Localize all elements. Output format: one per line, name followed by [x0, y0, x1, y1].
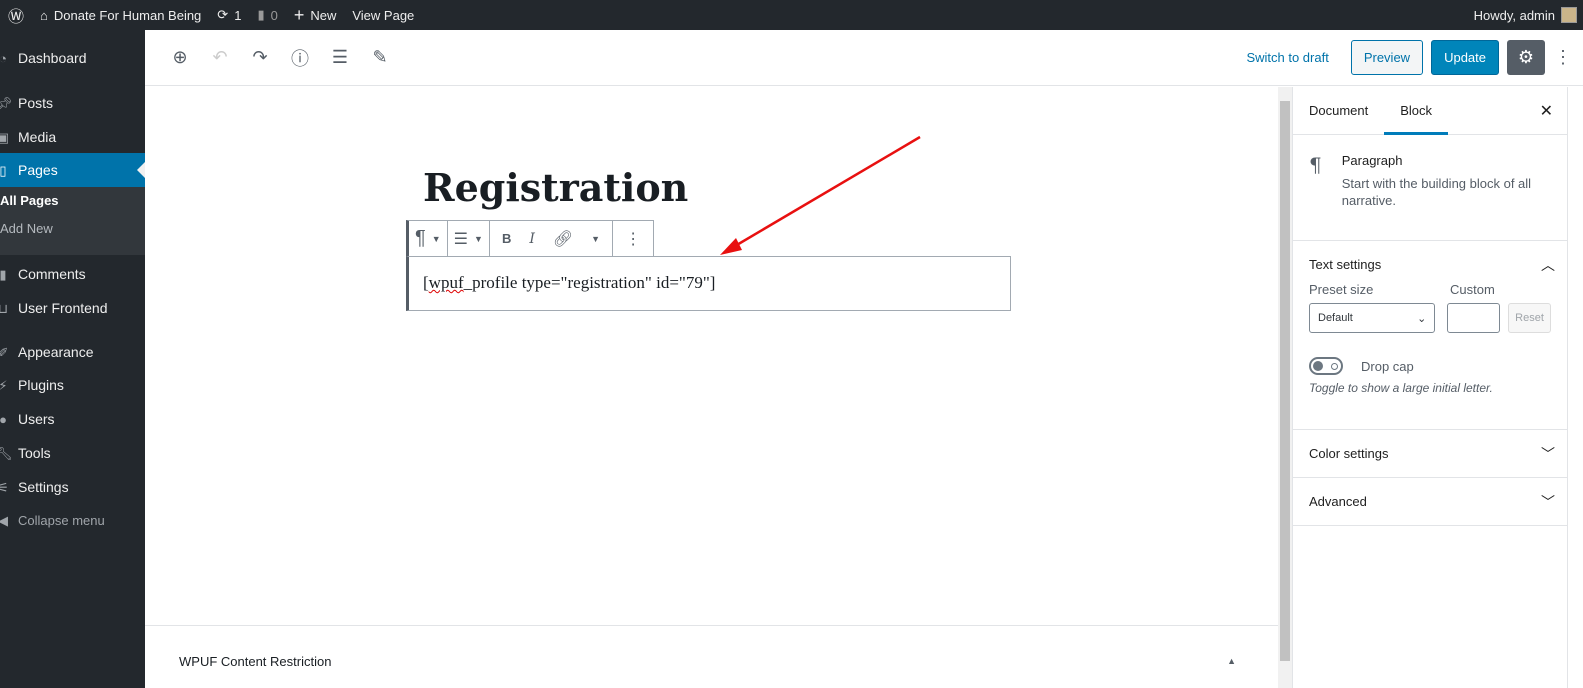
dashboard-icon: ◔ [0, 51, 7, 66]
preset-size-select[interactable]: Default ⌄ [1309, 303, 1436, 333]
plus-icon: + [293, 4, 305, 25]
sidebar-item-dashboard[interactable]: ◔ Dashboard [0, 41, 145, 75]
align-left-icon: ☰ [453, 230, 469, 248]
block-more-icon[interactable]: ⋮ [613, 221, 653, 256]
editor-scrollbar[interactable] [1278, 87, 1292, 688]
settings-gear-button[interactable]: ⚙ [1507, 40, 1545, 75]
outline-icon[interactable]: ☰ [320, 38, 360, 78]
block-toolbar: ¶ ▼ ☰ ▼ B I 🔗︎ ▼ ⋮ [406, 220, 655, 257]
admin-bar: Ⓦ ⌂ Donate For Human Being ⟳ 1 ▮ 0 + New Vie… [0, 0, 1583, 30]
undo-icon[interactable]: ↶ [200, 38, 240, 78]
chevron-down-icon: ﹀ [1541, 446, 1555, 462]
advanced-section[interactable]: Advanced ﹀ [1293, 478, 1567, 526]
caret-down-icon: ▼ [431, 233, 441, 244]
custom-size-input[interactable] [1447, 303, 1501, 333]
account-menu[interactable]: Howdy, admin [1474, 7, 1583, 23]
comment-icon: ▮ [0, 267, 7, 282]
more-formats-icon[interactable]: ▼ [591, 234, 600, 244]
pin-icon: 📌︎ [0, 96, 13, 111]
collapse-icon: ◀ [0, 513, 8, 528]
sidebar-item-plugins[interactable]: ⚡︎ Plugins [0, 368, 145, 402]
media-icon: ▣ [0, 130, 10, 145]
preview-button[interactable]: Preview [1350, 40, 1424, 75]
add-block-icon[interactable]: ⊕ [160, 38, 200, 78]
sidebar-item-posts[interactable]: 📌︎ Posts [0, 86, 145, 120]
paragraph-icon: ¶ [1309, 153, 1322, 177]
tab-block[interactable]: Block [1384, 87, 1449, 135]
block-card: ¶ Paragraph Start with the building block… [1293, 135, 1567, 241]
settings-panel: Document Block ✕ ¶ Paragraph Start with t… [1292, 87, 1568, 688]
link-icon[interactable]: 🔗︎ [553, 229, 573, 249]
reset-button[interactable]: Reset [1508, 303, 1551, 333]
update-button[interactable]: Update [1431, 40, 1499, 75]
wordpress-logo-icon[interactable]: Ⓦ [0, 0, 32, 30]
text-settings-toggle[interactable]: Text settings [1293, 241, 1567, 288]
redo-icon[interactable]: ↷ [240, 38, 280, 78]
page-title[interactable]: Registration [423, 165, 688, 210]
sidebar-item-comments[interactable]: ▮ Comments [0, 257, 145, 291]
submenu-item[interactable]: Add New [0, 215, 145, 243]
wpuf-content-restriction-metabox[interactable]: WPUF Content Restriction ▲ [145, 625, 1278, 688]
sidebar-item-tools[interactable]: 🔧︎ Tools [0, 436, 145, 470]
align-button[interactable]: ☰ ▼ [448, 221, 490, 256]
submenu-item[interactable]: All Pages [0, 187, 145, 215]
info-icon[interactable]: ⓘ [280, 38, 320, 78]
user-frontend-icon: ⊔ [0, 301, 9, 316]
home-icon: ⌂ [40, 7, 48, 23]
refresh-icon: ⟳ [217, 7, 229, 22]
edit-icon[interactable]: ✎ [360, 38, 400, 78]
editor-canvas: Registration ¶ ▼ ☰ ▼ B I 🔗︎ ▼ ⋮ [wpuf_prof… [145, 87, 1278, 688]
new-link[interactable]: + New [286, 0, 345, 30]
site-name-link[interactable]: ⌂ Donate For Human Being [32, 0, 209, 30]
close-icon[interactable]: ✕ [1540, 101, 1553, 121]
sidebar-item-users[interactable]: ● Users [0, 402, 145, 436]
collapse-triangle-icon[interactable]: ▲ [1227, 656, 1236, 666]
switch-to-draft-button[interactable]: Switch to draft [1232, 50, 1342, 65]
text-settings-section: Text settings ︿ Preset size Custom Defaul… [1293, 241, 1567, 430]
plugin-icon: ⚡︎ [0, 378, 8, 393]
pages-submenu: All Pages Add New [0, 187, 145, 255]
bold-button[interactable]: B [502, 231, 511, 246]
comments-link[interactable]: ▮ 0 [249, 0, 285, 30]
brush-icon: ✐ [0, 345, 9, 360]
color-settings-section[interactable]: Color settings ﹀ [1293, 430, 1567, 478]
tab-document[interactable]: Document [1293, 87, 1384, 135]
avatar [1561, 7, 1577, 23]
sidebar-item-appearance[interactable]: ✐ Appearance [0, 335, 145, 369]
chevron-down-icon: ⌄ [1417, 312, 1427, 325]
editor-header: ⊕ ↶ ↷ ⓘ ☰ ✎ Switch to draft Preview Upda… [145, 30, 1583, 86]
sidebar-item-settings[interactable]: ⚟ Settings [0, 470, 145, 504]
wrench-icon: 🔧︎ [0, 446, 13, 461]
paragraph-icon: ¶ [415, 227, 426, 249]
italic-button[interactable]: I [529, 231, 535, 247]
caret-down-icon: ▼ [474, 233, 483, 244]
scrollbar-thumb[interactable] [1280, 101, 1290, 661]
sidebar-item-media[interactable]: ▣ Media [0, 120, 145, 154]
sidebar-item-pages[interactable]: ▯ Pages [0, 153, 145, 187]
drop-cap-toggle[interactable] [1309, 357, 1343, 375]
settings-icon: ⚟ [0, 480, 9, 495]
block-type-button[interactable]: ¶ ▼ [409, 221, 448, 256]
view-page-link[interactable]: View Page [344, 0, 422, 30]
more-options-icon[interactable]: ⋮ [1553, 38, 1573, 78]
users-icon: ● [0, 412, 7, 427]
admin-sidebar: ◔ Dashboard 📌︎ Posts ▣ Media ▯ Pages ▮ Comments ⊔ U… [0, 30, 145, 688]
chevron-down-icon: ﹀ [1541, 494, 1555, 510]
sidebar-item-collapse-menu[interactable]: ◀ Collapse menu [0, 503, 145, 537]
updates-link[interactable]: ⟳ 1 [209, 0, 249, 30]
page-icon: ▯ [0, 163, 7, 178]
chevron-up-icon[interactable]: ︿ [1541, 255, 1555, 275]
sidebar-item-user-frontend[interactable]: ⊔ User Frontend [0, 291, 145, 325]
comment-icon: ▮ [257, 7, 265, 22]
paragraph-block[interactable]: [wpuf_profile type="registration" id="79… [406, 256, 1011, 311]
